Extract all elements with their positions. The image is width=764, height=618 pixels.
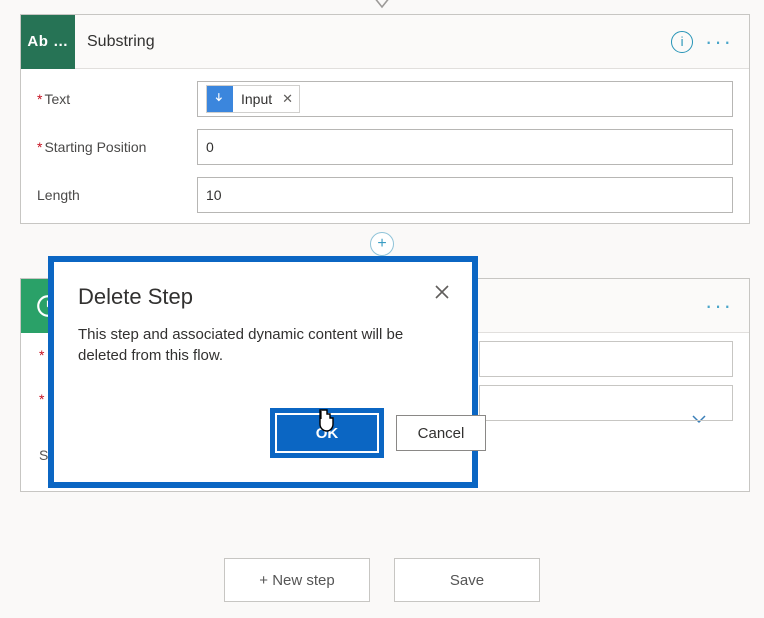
length-input[interactable]: 10 xyxy=(197,177,733,213)
delete-step-dialog: Delete Step This step and associated dyn… xyxy=(48,256,478,488)
card-body: *Text Input ✕ *Starting Position xyxy=(21,69,749,223)
field-row-length: Length 10 xyxy=(37,177,733,213)
input-token: Input ✕ xyxy=(206,85,300,113)
ok-button[interactable]: OK xyxy=(277,415,377,451)
new-step-button[interactable]: + New step xyxy=(224,558,370,602)
more-icon[interactable]: ··· xyxy=(705,29,733,55)
field-row-start: *Starting Position 0 xyxy=(37,129,733,165)
required-asterisk: * xyxy=(37,139,42,155)
connector-text: Ab … xyxy=(27,33,68,50)
token-label: Input xyxy=(233,91,280,107)
save-button[interactable]: Save xyxy=(394,558,540,602)
obscured-field[interactable] xyxy=(479,341,733,377)
obscured-field[interactable] xyxy=(479,385,733,421)
more-icon[interactable]: ··· xyxy=(705,293,733,319)
partial-label: S xyxy=(39,447,48,463)
starting-position-input[interactable]: 0 xyxy=(197,129,733,165)
dialog-message: This step and associated dynamic content… xyxy=(78,324,428,366)
required-asterisk: * xyxy=(39,347,44,363)
required-asterisk: * xyxy=(39,391,44,407)
connector-tile: Ab … xyxy=(21,15,75,69)
dialog-title: Delete Step xyxy=(78,284,448,310)
close-icon[interactable] xyxy=(434,284,450,305)
text-input[interactable]: Input ✕ xyxy=(197,81,733,117)
token-remove-icon[interactable]: ✕ xyxy=(280,91,299,107)
token-hand-icon xyxy=(207,86,233,112)
cancel-button[interactable]: Cancel xyxy=(396,415,486,451)
field-row-text: *Text Input ✕ xyxy=(37,81,733,117)
ok-highlight: OK xyxy=(270,408,384,458)
field-label-text: *Text xyxy=(37,91,197,107)
card-header: Ab … Substring i ··· xyxy=(21,15,749,69)
info-icon[interactable]: i xyxy=(671,31,693,53)
field-label-length: Length xyxy=(37,187,197,203)
add-step-icon[interactable]: + xyxy=(370,232,394,256)
field-label-start: *Starting Position xyxy=(37,139,197,155)
substring-step-card: Ab … Substring i ··· *Text Input ✕ xyxy=(20,14,750,224)
required-asterisk: * xyxy=(37,91,42,107)
card-title: Substring xyxy=(75,33,671,51)
